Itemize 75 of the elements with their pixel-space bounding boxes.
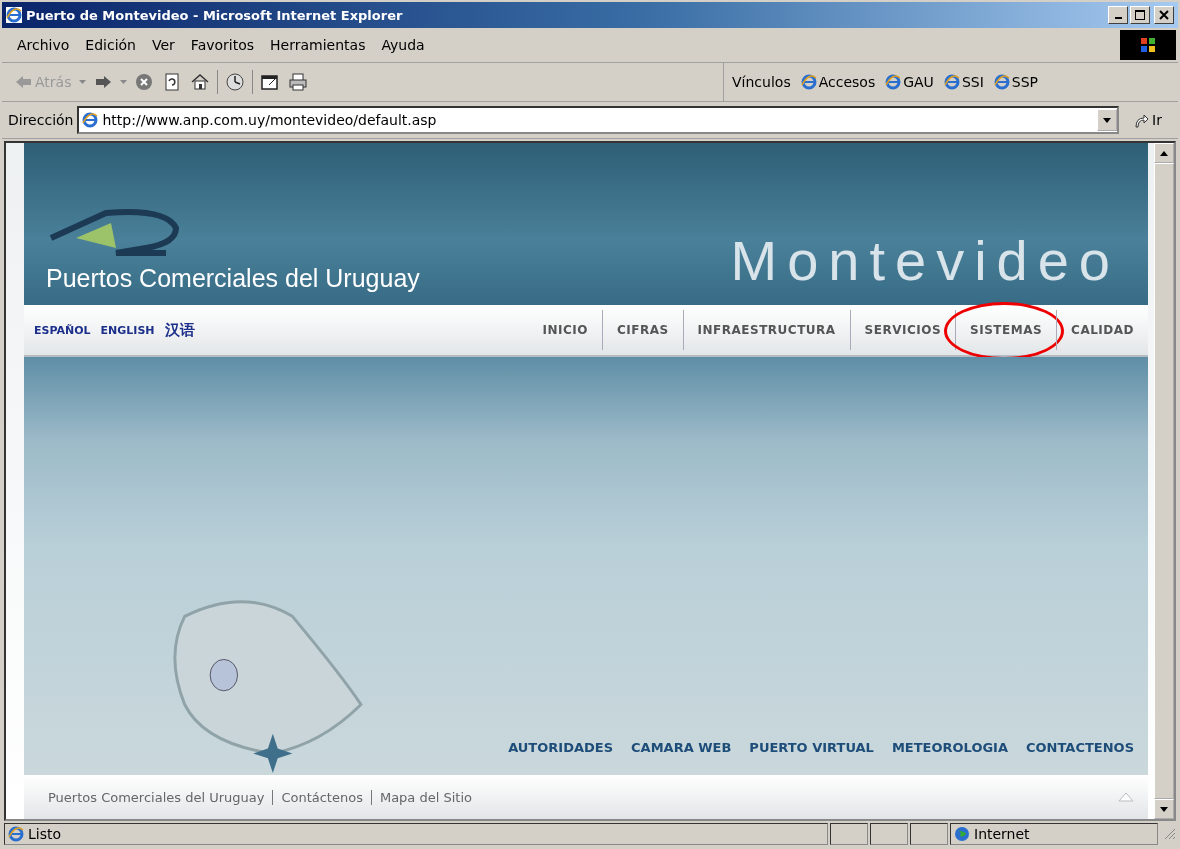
- brand-name: Puertos Comerciales del Uruguay: [46, 264, 420, 293]
- go-arrow-icon: [1133, 112, 1150, 128]
- maximize-button[interactable]: [1130, 6, 1150, 24]
- quick-link[interactable]: METEOROLOGIA: [891, 740, 1008, 755]
- back-arrow-icon: [14, 73, 32, 91]
- go-button[interactable]: Ir: [1123, 108, 1172, 132]
- favorite-link[interactable]: SSP: [993, 74, 1038, 90]
- address-label: Dirección: [8, 112, 74, 128]
- nav-link[interactable]: INICIO: [528, 323, 602, 337]
- maximize-icon: [1135, 10, 1145, 20]
- menu-item[interactable]: Favoritos: [183, 35, 262, 55]
- ie-page-icon: [8, 826, 24, 842]
- up-triangle-icon: [1118, 792, 1134, 802]
- nav-link[interactable]: SERVICIOS: [850, 323, 956, 337]
- dropdown-caret-icon: [1103, 117, 1112, 123]
- window-title: Puerto de Montevideo - Microsoft Internet Explorer: [26, 7, 404, 23]
- scroll-up-button[interactable]: [1154, 143, 1174, 163]
- status-pane: [830, 823, 868, 845]
- quick-link[interactable]: PUERTO VIRTUAL: [749, 740, 874, 755]
- minimize-icon: [1114, 17, 1122, 19]
- up-arrow-icon: [1160, 150, 1168, 156]
- footer-link[interactable]: Mapa del Sitio: [370, 789, 480, 805]
- ie-page-icon: [885, 74, 902, 90]
- language-link[interactable]: 汉语: [164, 320, 195, 340]
- links-label: Vínculos: [732, 74, 791, 90]
- forward-arrow-icon: [94, 73, 113, 91]
- down-arrow-icon: [1160, 806, 1168, 812]
- footer-link[interactable]: Puertos Comerciales del Uruguay: [48, 789, 273, 805]
- security-zone: Internet: [974, 826, 1030, 842]
- home-icon: [191, 73, 210, 91]
- windows-flag-icon: [1139, 36, 1157, 54]
- menu-item[interactable]: Ver: [145, 35, 182, 55]
- scroll-down-button[interactable]: [1154, 799, 1174, 819]
- print-button[interactable]: [287, 71, 310, 93]
- quick-link[interactable]: CONTACTENOS: [1026, 740, 1134, 755]
- nav-link[interactable]: CIFRAS: [602, 323, 683, 337]
- city-title: Montevideo: [730, 228, 1120, 293]
- new-window-icon: [261, 73, 280, 91]
- menu-item[interactable]: Edición: [78, 35, 143, 55]
- minimize-button[interactable]: [1108, 6, 1128, 24]
- favorite-link[interactable]: Accesos: [800, 74, 876, 90]
- status-pane: [910, 823, 948, 845]
- favorite-link[interactable]: SSI: [943, 74, 984, 90]
- close-icon: [1159, 10, 1169, 20]
- favorite-link[interactable]: GAU: [885, 74, 934, 90]
- history-button[interactable]: [224, 71, 247, 93]
- quick-link[interactable]: AUTORIDADES: [508, 740, 614, 755]
- ie-logo-icon: [6, 7, 22, 23]
- menu-item[interactable]: Archivo: [10, 35, 77, 55]
- footer-link[interactable]: Contáctenos: [272, 789, 371, 805]
- address-field[interactable]: http://www.anp.com.uy/montevideo/default.asp: [77, 106, 1120, 134]
- stop-icon: [135, 73, 154, 91]
- dropdown-button[interactable]: [1097, 109, 1118, 131]
- language-link[interactable]: ENGLISH: [100, 323, 155, 337]
- quick-link[interactable]: CAMARA WEB: [631, 740, 732, 755]
- ie-page-icon: [993, 74, 1010, 90]
- ie-page-icon: [82, 112, 99, 128]
- dropdown-caret-icon: [79, 80, 87, 84]
- nav-link[interactable]: CALIDAD: [1057, 323, 1148, 337]
- refresh-icon: [163, 73, 182, 91]
- menu-item[interactable]: Ayuda: [374, 35, 432, 55]
- status-text: Listo: [28, 826, 62, 842]
- clock-icon: [226, 73, 245, 91]
- dropdown-caret-icon: [120, 80, 128, 84]
- ie-page-icon: [800, 74, 817, 90]
- resize-grip-icon: [1164, 828, 1176, 840]
- printer-icon: [289, 73, 308, 91]
- ie-page-icon: [943, 74, 960, 90]
- nav-link[interactable]: SISTEMAS: [956, 323, 1057, 337]
- nav-link[interactable]: INFRAESTRUCTURA: [683, 323, 850, 337]
- status-pane: [870, 823, 908, 845]
- language-link[interactable]: ESPAÑOL: [34, 323, 91, 337]
- globe-icon: [954, 826, 970, 842]
- close-button[interactable]: [1154, 6, 1174, 24]
- menu-item[interactable]: Herramientas: [263, 35, 373, 55]
